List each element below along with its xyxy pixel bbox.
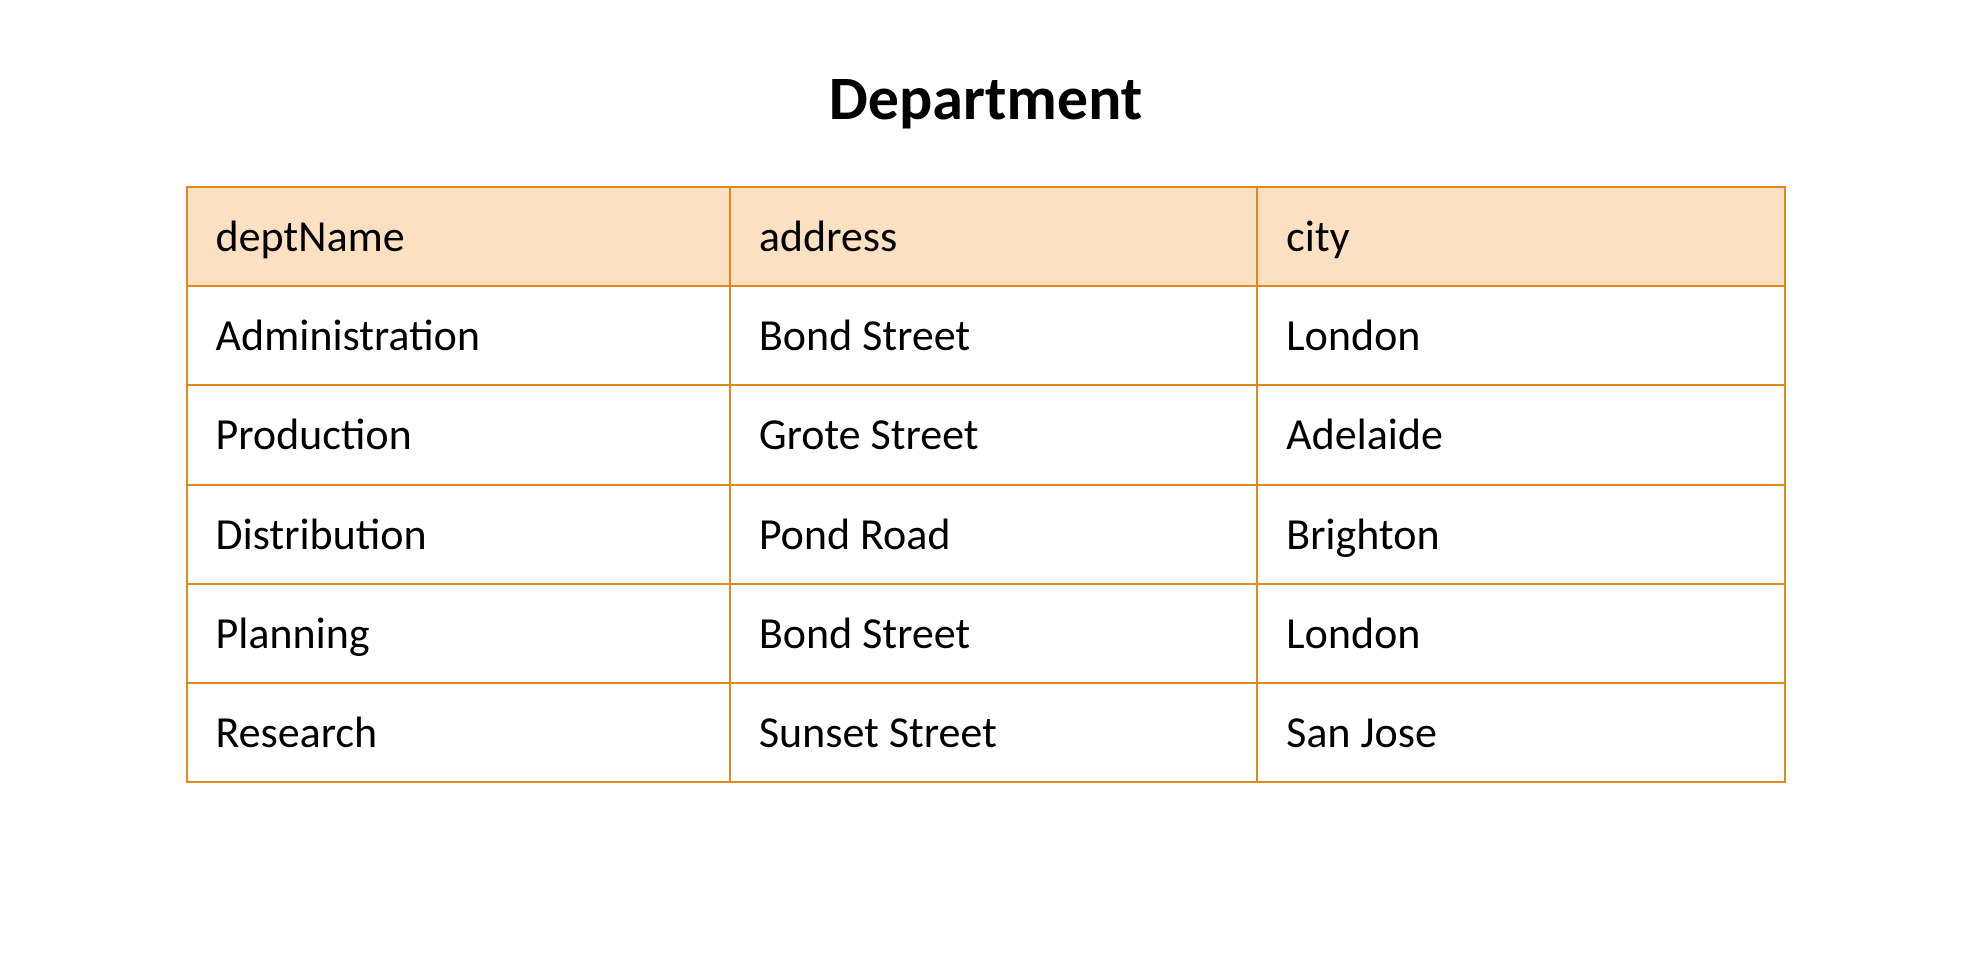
col-header-deptname: deptName xyxy=(187,187,730,286)
col-header-city: city xyxy=(1257,187,1784,286)
cell-city: San Jose xyxy=(1257,683,1784,782)
department-table: deptName address city Administration Bon… xyxy=(186,186,1786,783)
table-row: Administration Bond Street London xyxy=(187,286,1785,385)
cell-deptname: Research xyxy=(187,683,730,782)
cell-city: Adelaide xyxy=(1257,385,1784,484)
cell-deptname: Production xyxy=(187,385,730,484)
cell-city: London xyxy=(1257,584,1784,683)
table-row: Distribution Pond Road Brighton xyxy=(187,485,1785,584)
cell-address: Pond Road xyxy=(730,485,1257,584)
table-title: Department xyxy=(0,60,1971,136)
col-header-address: address xyxy=(730,187,1257,286)
table-header: deptName address city xyxy=(187,187,1785,286)
page: Department deptName address city Adminis… xyxy=(0,0,1971,783)
cell-address: Bond Street xyxy=(730,286,1257,385)
table-row: Production Grote Street Adelaide xyxy=(187,385,1785,484)
cell-address: Sunset Street xyxy=(730,683,1257,782)
table-body: Administration Bond Street London Produc… xyxy=(187,286,1785,782)
cell-deptname: Distribution xyxy=(187,485,730,584)
cell-address: Bond Street xyxy=(730,584,1257,683)
cell-city: London xyxy=(1257,286,1784,385)
table-row: Planning Bond Street London xyxy=(187,584,1785,683)
table-header-row: deptName address city xyxy=(187,187,1785,286)
cell-deptname: Planning xyxy=(187,584,730,683)
table-row: Research Sunset Street San Jose xyxy=(187,683,1785,782)
cell-deptname: Administration xyxy=(187,286,730,385)
cell-city: Brighton xyxy=(1257,485,1784,584)
cell-address: Grote Street xyxy=(730,385,1257,484)
